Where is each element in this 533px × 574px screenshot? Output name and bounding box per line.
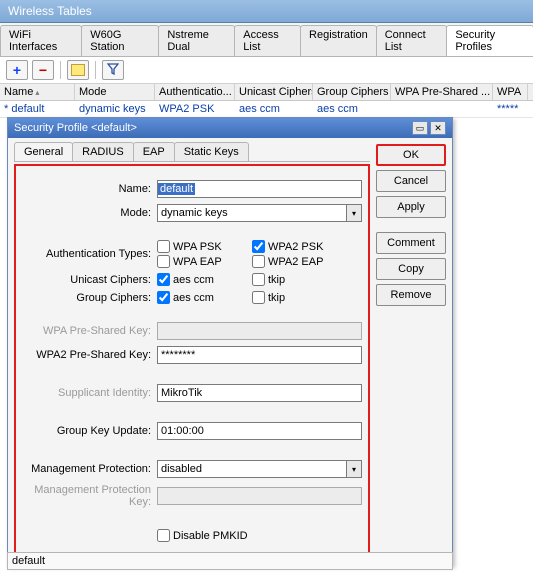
mgmt-protection-dropdown-button[interactable]: ▾ [346, 460, 362, 478]
chk-group-tkip[interactable]: tkip [252, 291, 347, 304]
status-bar: default [7, 552, 453, 570]
grid-header: Name▴ Mode Authenticatio... Unicast Ciph… [0, 84, 533, 101]
minimize-button[interactable]: ▭ [412, 121, 428, 135]
chk-wpa2-eap[interactable]: WPA2 EAP [252, 255, 347, 268]
window-title-bar: Wireless Tables [0, 0, 533, 23]
auth-types-label: Authentication Types: [22, 248, 157, 260]
chevron-down-icon: ▾ [352, 465, 356, 474]
mgmt-protection-key-input [157, 487, 362, 505]
chk-unicast-aes[interactable]: aes ccm [157, 273, 252, 286]
tab-security-profiles[interactable]: Security Profiles [446, 25, 533, 56]
wpa-psk-label: WPA Pre-Shared Key: [22, 325, 157, 337]
col-header-unicast[interactable]: Unicast Ciphers [235, 84, 313, 100]
close-icon: ✕ [434, 123, 442, 134]
group-key-update-input[interactable] [157, 422, 362, 440]
ok-button[interactable]: OK [376, 144, 446, 166]
mgmt-protection-combo[interactable] [157, 460, 346, 478]
table-row[interactable]: * default dynamic keys WPA2 PSK aes ccm … [0, 101, 533, 118]
group-key-update-label: Group Key Update: [22, 425, 157, 437]
col-header-name[interactable]: Name▴ [0, 84, 75, 100]
wpa-psk-input [157, 322, 362, 340]
chk-unicast-tkip[interactable]: tkip [252, 273, 347, 286]
tab-connect-list[interactable]: Connect List [376, 25, 448, 56]
comment-button[interactable]: Comment [376, 232, 446, 254]
cell-wpa [391, 101, 493, 117]
supplicant-input[interactable] [157, 384, 362, 402]
group-label: Group Ciphers: [22, 292, 157, 304]
apply-button[interactable]: Apply [376, 196, 446, 218]
col-header-wpa[interactable]: WPA Pre-Shared ... [391, 84, 493, 100]
toolbar: + − [0, 57, 533, 84]
note-icon [71, 64, 85, 76]
minus-icon: − [39, 62, 47, 78]
dialog-title-bar[interactable]: Security Profile <default> ▭ ✕ [8, 118, 452, 138]
dialog-title: Security Profile <default> [14, 122, 137, 134]
funnel-icon [107, 63, 119, 78]
main-tab-strip: WiFi Interfaces W60G Station Nstreme Dua… [0, 23, 533, 57]
chk-wpa-psk[interactable]: WPA PSK [157, 240, 252, 253]
minimize-icon: ▭ [416, 123, 425, 134]
cell-wpa2: ***** [493, 101, 528, 117]
supplicant-label: Supplicant Identity: [22, 387, 157, 399]
highlight-box: Name: default Mode: ▾ Authentication Typ… [14, 164, 370, 559]
mode-dropdown-button[interactable]: ▾ [346, 204, 362, 222]
security-profile-dialog: Security Profile <default> ▭ ✕ General R… [7, 117, 453, 566]
chk-disable-pmkid[interactable]: Disable PMKID [157, 529, 248, 542]
comment-button[interactable] [67, 60, 89, 80]
sort-indicator-icon: ▴ [35, 88, 39, 97]
toolbar-separator [95, 61, 96, 79]
remove-button[interactable]: − [32, 60, 54, 80]
chk-wpa-eap[interactable]: WPA EAP [157, 255, 252, 268]
mgmt-protection-label: Management Protection: [22, 463, 157, 475]
chevron-down-icon: ▾ [352, 209, 356, 218]
name-input[interactable]: default [157, 180, 362, 198]
copy-button[interactable]: Copy [376, 258, 446, 280]
tab-static-keys[interactable]: Static Keys [174, 142, 249, 161]
unicast-label: Unicast Ciphers: [22, 274, 157, 286]
cancel-button[interactable]: Cancel [376, 170, 446, 192]
wpa2-psk-input[interactable] [157, 346, 362, 364]
tab-w60g-station[interactable]: W60G Station [81, 25, 159, 56]
tab-radius[interactable]: RADIUS [72, 142, 134, 161]
mode-label: Mode: [22, 207, 157, 219]
window-title: Wireless Tables [8, 4, 92, 18]
cell-name: * default [0, 101, 75, 117]
tab-eap[interactable]: EAP [133, 142, 175, 161]
tab-wifi-interfaces[interactable]: WiFi Interfaces [0, 25, 82, 56]
remove-button[interactable]: Remove [376, 284, 446, 306]
plus-icon: + [13, 62, 21, 78]
tab-general[interactable]: General [14, 142, 73, 161]
col-header-group[interactable]: Group Ciphers [313, 84, 391, 100]
cell-unicast: aes ccm [235, 101, 313, 117]
cell-group: aes ccm [313, 101, 391, 117]
dialog-tab-strip: General RADIUS EAP Static Keys [14, 142, 370, 162]
cell-mode: dynamic keys [75, 101, 155, 117]
add-button[interactable]: + [6, 60, 28, 80]
tab-registration[interactable]: Registration [300, 25, 377, 56]
col-header-mode[interactable]: Mode [75, 84, 155, 100]
wpa2-psk-label: WPA2 Pre-Shared Key: [22, 349, 157, 361]
dialog-button-column: OK Cancel Apply Comment Copy Remove [376, 142, 446, 559]
tab-nstreme-dual[interactable]: Nstreme Dual [158, 25, 235, 56]
col-header-auth[interactable]: Authenticatio... [155, 84, 235, 100]
chk-group-aes[interactable]: aes ccm [157, 291, 252, 304]
col-header-wpa2[interactable]: WPA [493, 84, 528, 100]
mgmt-protection-key-label: Management Protection Key: [22, 484, 157, 508]
close-button[interactable]: ✕ [430, 121, 446, 135]
chk-wpa2-psk[interactable]: WPA2 PSK [252, 240, 347, 253]
toolbar-separator [60, 61, 61, 79]
tab-access-list[interactable]: Access List [234, 25, 301, 56]
name-label: Name: [22, 183, 157, 195]
filter-button[interactable] [102, 60, 124, 80]
cell-auth: WPA2 PSK [155, 101, 235, 117]
mode-combo[interactable] [157, 204, 346, 222]
